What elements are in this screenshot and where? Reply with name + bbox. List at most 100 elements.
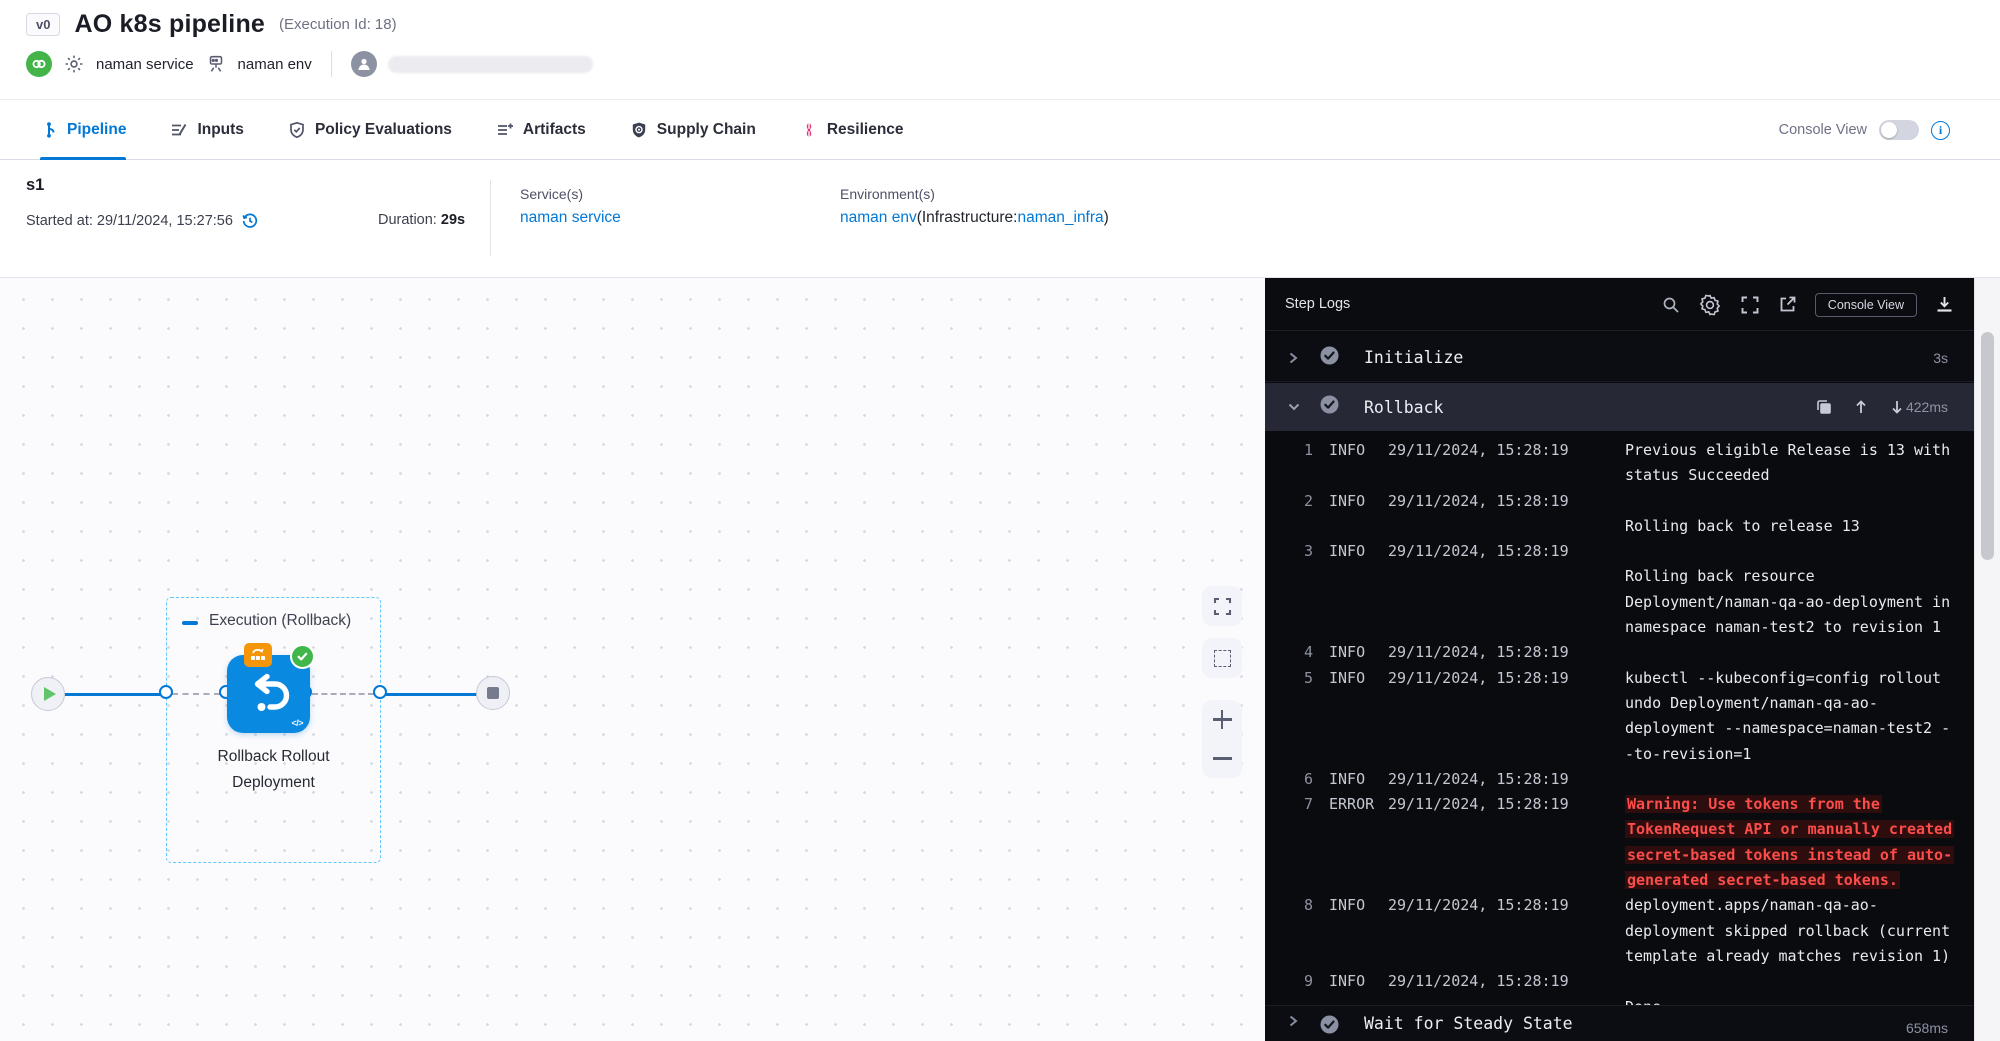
tab-label: Resilience xyxy=(827,121,904,139)
environment-link[interactable]: naman env xyxy=(840,209,917,226)
log-line: 7ERROR29/11/2024, 15:28:19Warning: Use t… xyxy=(1265,792,1975,817)
tab-inputs[interactable]: Inputs xyxy=(170,100,244,160)
canvas-select-button[interactable] xyxy=(1202,638,1242,678)
step-logs-header: Step Logs Console View xyxy=(1265,278,2000,331)
zoom-out-button[interactable] xyxy=(1202,739,1242,778)
log-settings-gear-icon[interactable] xyxy=(1698,293,1722,317)
policy-shield-icon xyxy=(288,121,306,139)
scroll-top-icon[interactable] xyxy=(1854,399,1868,415)
log-line: 3INFO29/11/2024, 15:28:19 xyxy=(1265,539,1975,564)
pipeline-end-node[interactable] xyxy=(476,676,510,710)
log-scrollbar-track[interactable] xyxy=(1974,278,2000,1041)
log-line: generated secret-based tokens. xyxy=(1265,868,1975,893)
section-duration: 658ms xyxy=(1906,1020,1948,1036)
log-line: TokenRequest API or manually created xyxy=(1265,817,1975,842)
chevron-right-icon[interactable] xyxy=(1287,1014,1301,1028)
log-line: 1INFO29/11/2024, 15:28:19Previous eligib… xyxy=(1265,438,1975,463)
log-fullscreen-icon[interactable] xyxy=(1740,295,1760,315)
log-section-wait-for-steady-state[interactable]: Wait for Steady State 658ms xyxy=(1265,1005,2000,1041)
log-line: 4INFO29/11/2024, 15:28:19 xyxy=(1265,640,1975,665)
connector-group-left xyxy=(159,685,173,699)
download-logs-icon[interactable] xyxy=(1935,295,1954,314)
connector-group-right xyxy=(373,685,387,699)
service-gear-icon xyxy=(63,53,85,75)
log-line: -to-revision=1 xyxy=(1265,742,1975,767)
inputs-icon xyxy=(170,121,188,139)
pipeline-start-node[interactable] xyxy=(31,677,65,711)
section-success-icon xyxy=(1319,345,1340,371)
cd-module-icon xyxy=(26,51,52,77)
step-logs-title: Step Logs xyxy=(1285,296,1350,312)
step-logs-panel: Step Logs Console View xyxy=(1265,278,2000,1041)
service-link[interactable]: naman service xyxy=(520,209,621,227)
canvas-fullscreen-button[interactable] xyxy=(1202,586,1242,626)
tab-label: Pipeline xyxy=(67,121,126,139)
log-section-initialize[interactable]: Initialize 3s xyxy=(1265,334,2000,382)
log-lines: 1INFO29/11/2024, 15:28:19Previous eligib… xyxy=(1265,438,1975,1020)
section-name: Rollback xyxy=(1364,398,1443,417)
artifacts-icon xyxy=(496,121,514,139)
section-name: Initialize xyxy=(1364,348,1463,367)
edge-dashed-right xyxy=(312,693,374,695)
open-in-new-icon[interactable] xyxy=(1778,295,1797,314)
chevron-right-icon[interactable] xyxy=(1287,351,1301,365)
environments-label: Environment(s) xyxy=(840,186,935,202)
log-line: 8INFO29/11/2024, 15:28:19deployment.apps… xyxy=(1265,893,1975,918)
log-line: 5INFO29/11/2024, 15:28:19kubectl --kubec… xyxy=(1265,666,1975,691)
group-title: Execution (Rollback) xyxy=(209,612,351,630)
rollback-arrow-icon xyxy=(245,670,293,718)
stop-icon xyxy=(487,687,499,699)
stage-summary-bar: s1 Started at: 29/11/2024, 15:27:56 Dura… xyxy=(0,160,2000,278)
log-line: template already matches revision 1) xyxy=(1265,944,1975,969)
log-scrollbar-thumb[interactable] xyxy=(1981,332,1994,560)
duration-value: 29s xyxy=(441,212,465,228)
tab-supply-chain[interactable]: Supply Chain xyxy=(630,100,756,160)
log-line: status Succeeded xyxy=(1265,463,1975,488)
log-line: secret-based tokens instead of auto- xyxy=(1265,843,1975,868)
console-view-toggle[interactable] xyxy=(1879,120,1919,140)
zoom-in-button[interactable] xyxy=(1202,700,1242,739)
log-line: Deployment/naman-qa-ao-deployment in xyxy=(1265,590,1975,615)
step-label-line1: Rollback Rollout xyxy=(166,744,381,770)
page-header: v0 AO k8s pipeline (Execution Id: 18) na… xyxy=(0,0,2000,100)
log-line: undo Deployment/naman-qa-ao- xyxy=(1265,691,1975,716)
console-view-button[interactable]: Console View xyxy=(1815,293,1917,317)
log-line: 9INFO29/11/2024, 15:28:19 xyxy=(1265,969,1975,994)
log-line: Rolling back resource xyxy=(1265,564,1975,589)
tab-resilience[interactable]: Resilience xyxy=(800,100,904,160)
tab-label: Artifacts xyxy=(523,121,586,139)
code-glyph: </> xyxy=(291,718,303,728)
pipeline-canvas[interactable]: Execution (Rollback) </> Rollback Rollou… xyxy=(0,278,1265,1041)
section-success-icon xyxy=(1319,394,1340,420)
info-icon[interactable]: i xyxy=(1931,121,1950,140)
tab-artifacts[interactable]: Artifacts xyxy=(496,100,586,160)
tab-policy-evaluations[interactable]: Policy Evaluations xyxy=(288,100,452,160)
marquee-select-icon xyxy=(1214,650,1231,667)
step-node-label: Rollback Rollout Deployment xyxy=(166,744,381,796)
history-icon[interactable] xyxy=(241,212,259,230)
rollback-rollout-badge-icon xyxy=(244,643,272,667)
started-at: Started at: 29/11/2024, 15:27:56 xyxy=(26,213,233,229)
collapse-minus-icon[interactable] xyxy=(182,621,198,625)
section-duration: 3s xyxy=(1933,350,1948,366)
chevron-down-icon[interactable] xyxy=(1287,401,1301,413)
canvas-zoom-controls xyxy=(1202,700,1242,778)
infrastructure-link[interactable]: naman_infra xyxy=(1017,209,1103,226)
log-section-rollback[interactable]: Rollback 422ms xyxy=(1265,383,2000,431)
supply-chain-shield-icon xyxy=(630,121,648,139)
edge-start xyxy=(65,693,160,696)
edge-dashed-left xyxy=(172,693,220,695)
copy-logs-icon[interactable] xyxy=(1816,399,1832,415)
log-line: namespace naman-test2 to revision 1 xyxy=(1265,615,1975,640)
tab-pipeline[interactable]: Pipeline xyxy=(40,100,126,160)
log-line: 6INFO29/11/2024, 15:28:19 xyxy=(1265,767,1975,792)
duration-label: Duration: xyxy=(378,212,441,228)
header-divider xyxy=(331,51,332,77)
scroll-bottom-icon[interactable] xyxy=(1890,399,1904,415)
log-line: Rolling back to release 13 xyxy=(1265,514,1975,539)
section-duration: 422ms xyxy=(1906,399,1948,415)
service-name: naman service xyxy=(96,56,194,73)
log-search-icon[interactable] xyxy=(1662,296,1680,314)
environment-name: naman env xyxy=(238,56,312,73)
step-label-line2: Deployment xyxy=(166,770,381,796)
